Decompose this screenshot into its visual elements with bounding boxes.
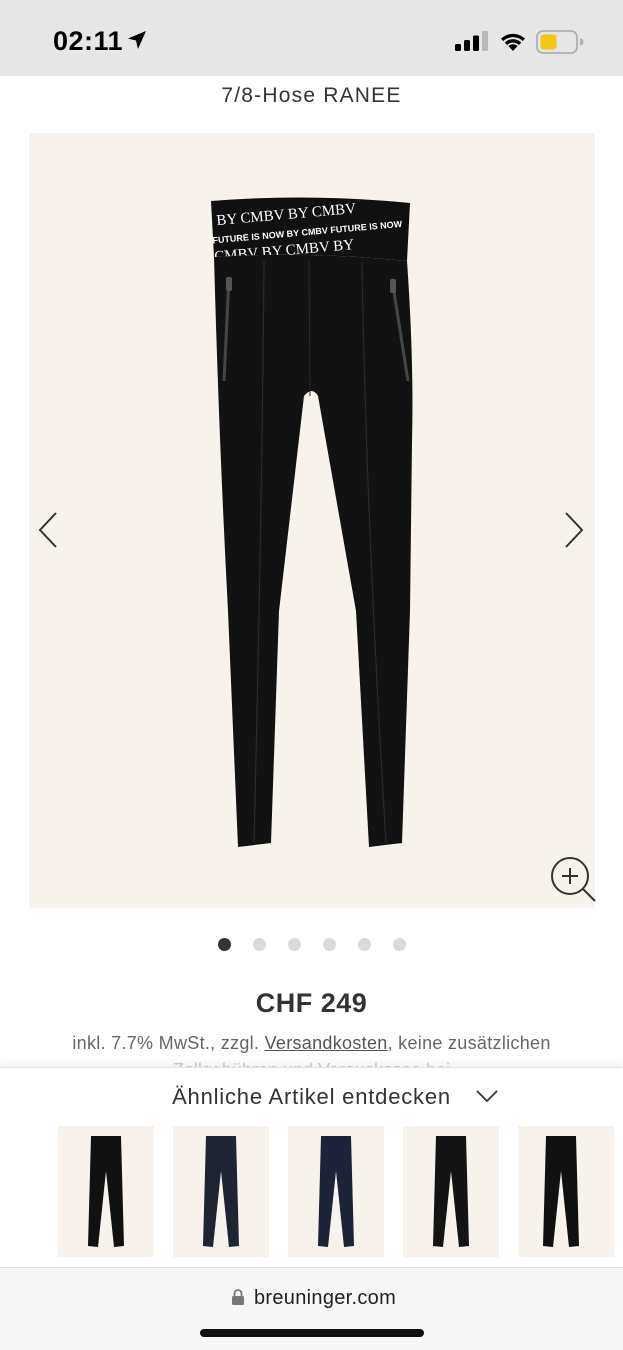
gallery-dot[interactable] — [392, 938, 406, 951]
similar-items-title[interactable]: Ähnliche Artikel entdecken — [0, 1084, 623, 1110]
similar-item-thumbnail[interactable] — [288, 1126, 384, 1257]
zoom-icon[interactable] — [549, 855, 599, 905]
home-indicator[interactable] — [200, 1329, 424, 1337]
previous-image-arrow-icon[interactable] — [37, 511, 59, 549]
gallery-pagination — [0, 938, 623, 951]
price-note-suffix: , keine zusätzlichen — [387, 1033, 551, 1053]
product-image-gallery[interactable]: BY CMBV BY CMBV FUTURE IS NOW BY CMBV FU… — [29, 133, 596, 908]
gallery-dot[interactable] — [217, 938, 231, 951]
similar-item-thumbnail[interactable] — [518, 1126, 614, 1257]
location-arrow-icon — [128, 31, 146, 49]
gallery-dot[interactable] — [322, 938, 336, 951]
similar-items-carousel[interactable] — [58, 1126, 623, 1257]
browser-url-bar[interactable]: breuninger.com — [0, 1267, 623, 1350]
similar-item-image — [88, 1136, 124, 1247]
cellular-signal-icon — [455, 31, 488, 51]
chevron-down-icon[interactable] — [475, 1089, 499, 1103]
gallery-dot[interactable] — [357, 938, 371, 951]
battery-low-icon — [536, 30, 584, 54]
product-price: CHF 249 — [255, 988, 368, 1018]
similar-item-image — [318, 1136, 354, 1247]
similar-item-image — [433, 1136, 469, 1247]
similar-item-thumbnail[interactable] — [173, 1126, 269, 1257]
status-bar: 02:11 — [0, 0, 623, 76]
url-text[interactable]: breuninger.com — [254, 1287, 396, 1310]
next-image-arrow-icon[interactable] — [563, 511, 585, 549]
similar-item-image — [543, 1136, 579, 1247]
product-image[interactable]: BY CMBV BY CMBV FUTURE IS NOW BY CMBV FU… — [204, 191, 414, 851]
similar-items-sheet: Ähnliche Artikel entdecken — [0, 1067, 623, 1267]
status-time: 02:11 — [53, 26, 124, 56]
price-note: inkl. 7.7% MwSt., zzgl. Versandkosten, k… — [0, 1033, 623, 1054]
similar-item-thumbnail[interactable] — [403, 1126, 499, 1257]
similar-item-thumbnail[interactable] — [58, 1126, 154, 1257]
gallery-dot[interactable] — [252, 938, 266, 951]
product-title: 7/8-Hose RANEE — [221, 84, 402, 107]
shipping-costs-link[interactable]: Versandkosten — [265, 1033, 388, 1053]
similar-item-image — [203, 1136, 239, 1247]
gallery-dot[interactable] — [287, 938, 301, 951]
lock-icon — [232, 1289, 244, 1305]
price-note-prefix: inkl. 7.7% MwSt., zzgl. — [72, 1033, 265, 1053]
wifi-icon — [501, 33, 525, 51]
